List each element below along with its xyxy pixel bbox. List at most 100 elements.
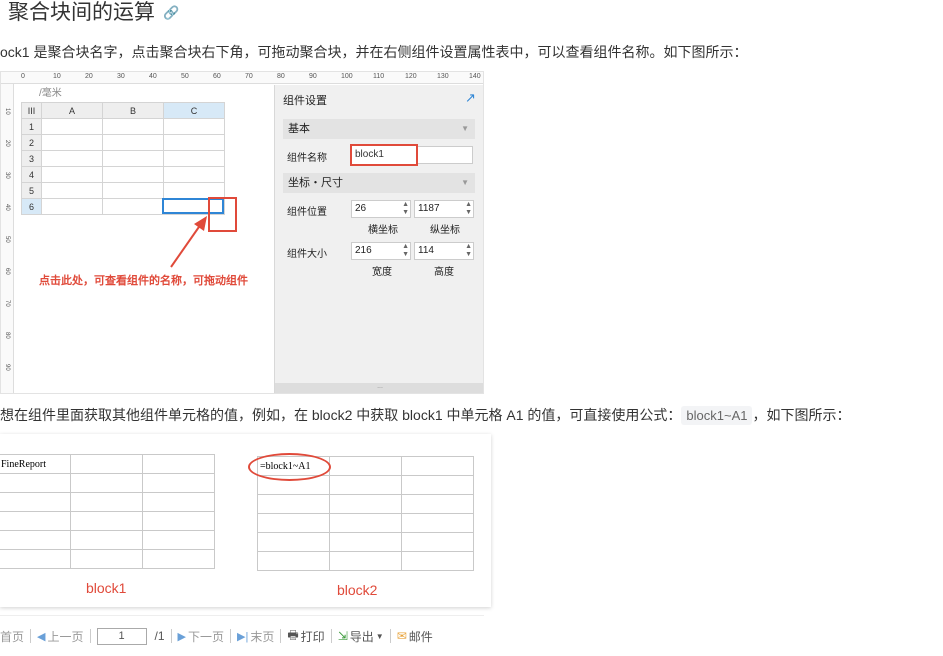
- section-coord[interactable]: 坐标・尺寸 ▼: [283, 173, 475, 193]
- sheet-cell[interactable]: [41, 150, 103, 167]
- sheet-row: 2: [21, 134, 225, 151]
- grid-cell: [329, 532, 402, 552]
- corner-cell[interactable]: III: [21, 102, 42, 119]
- page-number-input[interactable]: 1: [96, 627, 147, 645]
- mail-icon: ✉: [396, 629, 407, 643]
- grid-cell: [329, 551, 402, 571]
- link-icon[interactable]: 🔗: [163, 5, 179, 21]
- grid-cell: [401, 494, 474, 514]
- pos-y-label: 纵坐标: [430, 225, 460, 236]
- separator: [280, 629, 282, 643]
- last-icon: ▶|: [237, 630, 249, 643]
- section-basic-label: 基本: [288, 123, 310, 135]
- ruler-tick: 110: [373, 73, 385, 80]
- grid-row: [0, 530, 215, 550]
- ruler-tick: 90: [309, 73, 317, 80]
- report-toolbar: 首页 ◀ 上一页 1 /1 ▶ 下一页 ▶| 末页 🖶 打印 ⇲ 导出 ▼ ✉ 邮件: [0, 615, 484, 656]
- sheet-cell[interactable]: [163, 134, 225, 151]
- size-label: 组件大小: [287, 249, 327, 260]
- column-header[interactable]: A: [41, 102, 103, 119]
- ruler-tick: 40: [4, 204, 10, 211]
- ruler-tick: 10: [53, 73, 61, 80]
- sheet-cell[interactable]: [41, 166, 103, 183]
- row-header[interactable]: 6: [21, 198, 42, 215]
- width-stepper[interactable]: 216 ▲ ▼: [351, 242, 411, 260]
- pos-y-stepper[interactable]: 1187 ▲ ▼: [414, 200, 474, 218]
- chevron-down-icon: ▼: [375, 631, 384, 641]
- grid-cell: [329, 475, 402, 495]
- sheet-cell[interactable]: [163, 118, 225, 135]
- grid-cell: [142, 511, 215, 531]
- designer-screenshot: 0 10 20 30 40 50 60 70 80 90 100 110 120 130 140 10 20 3…: [0, 71, 484, 394]
- ruler-tick: 80: [4, 332, 10, 339]
- row-header[interactable]: 3: [21, 150, 42, 167]
- grid-cell: [329, 513, 402, 533]
- grid-cell: [142, 530, 215, 550]
- export-button[interactable]: ⇲ 导出 ▼: [338, 628, 384, 645]
- name-value[interactable]: block1: [350, 144, 418, 166]
- stepper-arrows-icon[interactable]: ▲ ▼: [465, 201, 472, 217]
- intro-paragraph: ock1 是聚合块名字，点击聚合块右下角，可拖动聚合块，并在右侧组件设置属性表中…: [0, 44, 748, 60]
- panel-footer[interactable]: ...: [275, 383, 483, 393]
- resize-handle-highlight[interactable]: [208, 197, 237, 232]
- grid-row: [0, 511, 215, 531]
- print-button[interactable]: 🖶 打印: [287, 626, 324, 647]
- sheet-cell[interactable]: [102, 166, 164, 183]
- row-header[interactable]: 2: [21, 134, 42, 151]
- pos-x-stepper[interactable]: 26 ▲ ▼: [351, 200, 411, 218]
- ruler-tick: 50: [181, 73, 189, 80]
- ruler-tick: 30: [4, 172, 10, 179]
- arrow-icon: [170, 216, 207, 268]
- sheet-cell[interactable]: [41, 198, 103, 215]
- last-label: 末页: [250, 629, 275, 644]
- grid-cell: [401, 456, 474, 476]
- grid-row: [0, 549, 215, 569]
- mail-button[interactable]: ✉ 邮件: [397, 628, 433, 645]
- sheet-cell[interactable]: [102, 134, 164, 151]
- grid-cell: [142, 473, 215, 493]
- sheet-cell[interactable]: [102, 182, 164, 199]
- first-label: 首页: [0, 629, 25, 644]
- grid-cell: [0, 492, 71, 512]
- last-page-button[interactable]: ▶| 末页: [237, 628, 274, 645]
- sheet-cell[interactable]: [102, 198, 164, 215]
- sheet-cell[interactable]: [102, 118, 164, 135]
- sheet-cell[interactable]: [41, 118, 103, 135]
- separator: [170, 629, 172, 643]
- column-header[interactable]: C: [163, 102, 225, 119]
- grid-cell: [70, 511, 143, 531]
- ruler-tick: 100: [341, 73, 353, 80]
- next-page-button[interactable]: ▶ 下一页: [178, 628, 224, 645]
- column-header[interactable]: B: [102, 102, 164, 119]
- stepper-arrows-icon[interactable]: ▲ ▼: [402, 243, 409, 259]
- block2-label: block2: [337, 582, 378, 598]
- ruler-tick: 20: [4, 140, 10, 147]
- unit-label: /毫米: [39, 88, 62, 99]
- prev-page-button[interactable]: ◀ 上一页: [37, 628, 83, 645]
- stepper-arrows-icon[interactable]: ▲ ▼: [465, 243, 472, 259]
- section-basic[interactable]: 基本 ▼: [283, 119, 475, 139]
- ruler-tick: 140: [469, 73, 481, 80]
- grid-cell: [0, 530, 71, 550]
- first-page-button[interactable]: 首页: [0, 628, 24, 645]
- row-header[interactable]: 5: [21, 182, 42, 199]
- sheet-cell[interactable]: [163, 150, 225, 167]
- grid-cell: FineReport: [0, 454, 71, 474]
- grid-cell: [329, 494, 402, 514]
- sheet-cell[interactable]: [163, 166, 225, 183]
- sheet-cell[interactable]: [41, 182, 103, 199]
- stepper-arrows-icon[interactable]: ▲ ▼: [402, 201, 409, 217]
- row-header[interactable]: 4: [21, 166, 42, 183]
- pos-x-value: 26: [355, 203, 367, 214]
- expand-icon[interactable]: ↗: [465, 90, 476, 106]
- section-heading: 聚合块间的运算 🔗: [8, 0, 179, 26]
- sheet-cell[interactable]: [41, 134, 103, 151]
- block1-label: block1: [86, 580, 127, 596]
- ruler-tick: 40: [149, 73, 157, 80]
- chevron-down-icon: ▼: [461, 124, 469, 133]
- height-stepper[interactable]: 114 ▲ ▼: [414, 242, 474, 260]
- row-header[interactable]: 1: [21, 118, 42, 135]
- ruler-tick: 120: [405, 73, 417, 80]
- sheet-cell[interactable]: [102, 150, 164, 167]
- ruler-tick: 60: [213, 73, 221, 80]
